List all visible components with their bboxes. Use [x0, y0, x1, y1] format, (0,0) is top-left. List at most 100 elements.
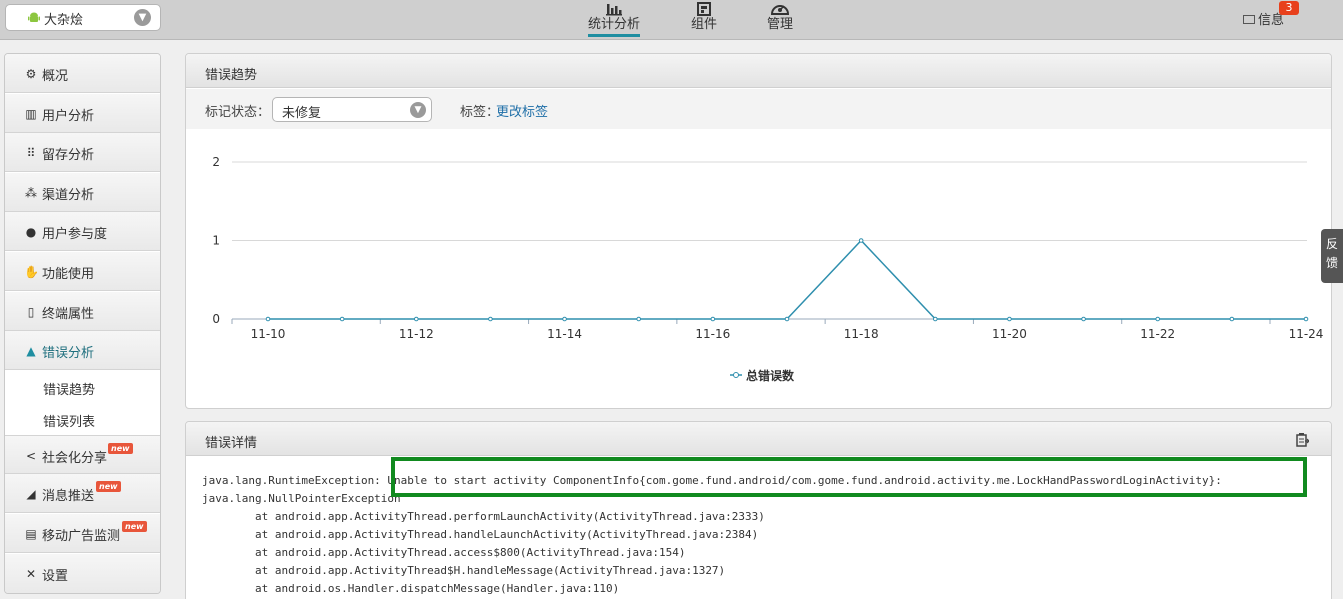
messages-link[interactable]: 信息 3 [1243, 1, 1299, 28]
tab-statistics[interactable]: 统计分析 [588, 1, 641, 37]
stack-trace-line: at android.app.ActivityThread.performLau… [202, 510, 765, 523]
filter-row: 标记状态： 未修复 ▼ 标签： 更改标签 [186, 89, 1331, 129]
x-tick-label: 11-22 [1140, 327, 1175, 341]
sidebar-item-error-analysis[interactable]: ▲ 错误分析 [5, 331, 160, 370]
y-tick-label: 1 [212, 234, 220, 248]
stack-trace-line: at android.app.ActivityThread$H.handleMe… [202, 564, 726, 577]
error-trend-panel: 错误趋势 标记状态： 未修复 ▼ 标签： 更改标签 0 1 2 11-10 11-12 1… [185, 53, 1332, 409]
data-point [339, 316, 345, 322]
tab-label: 管理 [766, 17, 793, 32]
sidebar-subitem-label: 错误列表 [43, 415, 96, 430]
sidebar-item-push[interactable]: ◢ 消息推送 new [5, 474, 160, 513]
android-icon [28, 12, 40, 22]
sidebar-item-engagement[interactable]: ● 用户参与度 [5, 212, 160, 251]
sidebar-item-feature-usage[interactable]: ✋ 功能使用 [5, 252, 160, 291]
wrench-icon: ✕ [25, 567, 37, 581]
sidebar-item-settings[interactable]: ✕ 设置 [5, 554, 160, 593]
data-point [413, 316, 419, 322]
legend-marker [733, 372, 739, 378]
chevron-down-icon[interactable]: ▼ [134, 9, 151, 26]
data-point [1007, 316, 1012, 322]
y-tick-label: 2 [212, 155, 220, 169]
data-point [932, 316, 938, 322]
send-icon: ◢ [26, 487, 36, 501]
sidebar-item-label: 留存分析 [42, 148, 95, 163]
sidebar-item-label: 用户参与度 [42, 227, 108, 242]
tag-label: 标签： [460, 105, 500, 120]
sidebar-item-label: 渠道分析 [42, 188, 95, 203]
data-point [488, 316, 493, 322]
hand-icon: ✋ [24, 265, 39, 279]
status-select[interactable]: 未修复 ▼ [272, 97, 432, 122]
phone-icon: ▯ [27, 305, 35, 319]
tab-label: 统计分析 [588, 17, 641, 32]
sidebar-item-label: 消息推送 [42, 489, 95, 504]
x-tick-label: 11-18 [844, 327, 879, 341]
export-icon[interactable] [1296, 432, 1309, 447]
active-tab-indicator [588, 34, 640, 37]
panel-title: 错误趋势 [205, 68, 258, 83]
x-tick-label: 11-10 [251, 327, 286, 341]
bar-chart-icon: ▥ [25, 107, 37, 121]
sidebar-item-social-share[interactable]: < 社会化分享 new [5, 435, 160, 474]
highlight-box [391, 457, 1307, 497]
data-point [710, 316, 716, 322]
message-count-badge: 3 [1279, 1, 1299, 15]
data-point [1081, 316, 1086, 322]
sidebar-item-device[interactable]: ▯ 终端属性 [5, 292, 160, 331]
user-icon: ● [25, 225, 37, 239]
sidebar-item-label: 功能使用 [42, 267, 95, 282]
data-point [1155, 316, 1161, 322]
sidebar-subitem-error-trend[interactable]: 错误趋势 [5, 371, 160, 403]
data-point [636, 316, 642, 322]
ad-monitor-icon: ▤ [25, 527, 37, 541]
tab-components[interactable]: 组件 [690, 1, 718, 33]
tab-manage[interactable]: 管理 [766, 1, 794, 33]
x-tick-label: 11-14 [547, 327, 582, 341]
sidebar-item-retention[interactable]: ⠿ 留存分析 [5, 133, 160, 172]
panel-header: 错误趋势 [186, 54, 1331, 88]
tab-label: 组件 [690, 17, 717, 32]
sidebar-subitem-error-list[interactable]: 错误列表 [5, 403, 160, 435]
manage-icon [771, 5, 789, 15]
app-selector[interactable]: 大杂烩 ▼ [5, 4, 161, 31]
component-icon [697, 2, 711, 16]
sidebar-item-channel[interactable]: ⁂ 渠道分析 [5, 173, 160, 212]
error-detail-panel: 错误详情 java.lang.RuntimeException: Unable … [185, 421, 1332, 599]
top-bar: 大杂烩 ▼ 统计分析 组件 管理 信息 3 [0, 0, 1343, 40]
sidebar-item-label: 错误分析 [42, 346, 95, 361]
status-label: 标记状态： [205, 105, 271, 120]
legend-label: 总错误数 [746, 368, 795, 383]
sidebar-item-overview[interactable]: ⚙ 概况 [5, 54, 160, 93]
data-point [562, 316, 567, 322]
feedback-tab[interactable]: 反馈 [1321, 229, 1343, 283]
data-point [265, 316, 271, 322]
panel-header: 错误详情 [186, 422, 1331, 456]
grid-icon: ⠿ [26, 146, 36, 160]
sidebar: ⚙ 概况 ▥ 用户分析 ⠿ 留存分析 ⁂ 渠道分析 ● 用户参与度 ✋ 功能使用… [4, 53, 161, 594]
new-badge: new [108, 443, 133, 454]
sidebar-item-label: 移动广告监测 [42, 529, 121, 544]
sidebar-item-label: 社会化分享 [42, 451, 108, 466]
warning-icon: ▲ [26, 344, 36, 358]
chevron-down-icon[interactable]: ▼ [410, 102, 426, 118]
y-tick-label: 0 [212, 312, 220, 326]
app-name: 大杂烩 [44, 13, 84, 28]
sidebar-item-user-analysis[interactable]: ▥ 用户分析 [5, 94, 160, 133]
x-tick-label: 11-12 [399, 327, 434, 341]
data-point [784, 316, 790, 322]
stack-trace-line: at android.os.Handler.dispatchMessage(Ha… [202, 582, 620, 595]
change-tag-link[interactable]: 更改标签 [496, 101, 548, 120]
sidebar-item-label: 概况 [42, 69, 69, 84]
new-badge: new [122, 521, 147, 532]
envelope-icon [1243, 15, 1255, 24]
stack-trace-line: at android.app.ActivityThread.access$800… [202, 546, 686, 559]
sidebar-item-label: 设置 [42, 569, 69, 584]
gears-icon: ⚙ [25, 67, 37, 81]
new-badge: new [96, 481, 121, 492]
series-line [268, 239, 1306, 320]
bar-chart-icon [606, 4, 622, 16]
data-point [1229, 316, 1235, 322]
sidebar-item-ad-monitor[interactable]: ▤ 移动广告监测 new [5, 514, 160, 553]
sidebar-item-label: 终端属性 [42, 307, 95, 322]
